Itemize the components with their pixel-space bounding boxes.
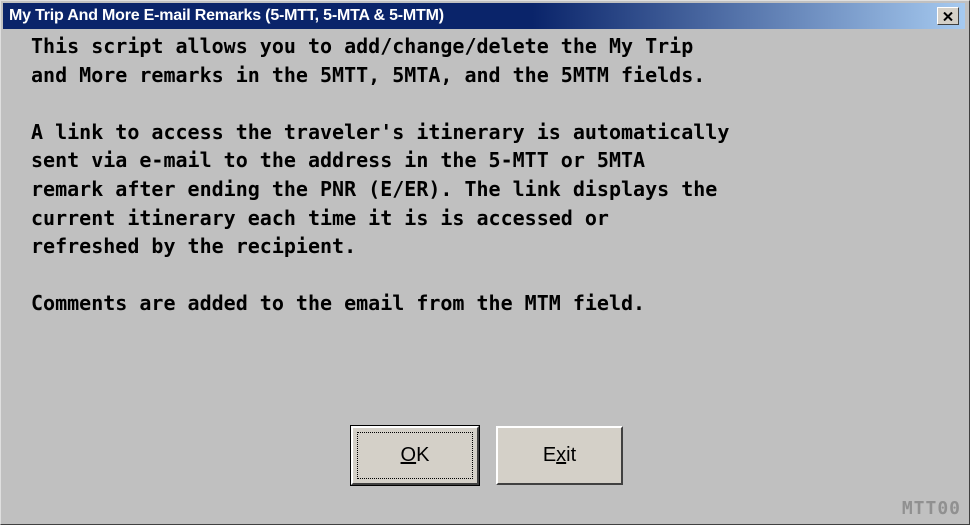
exit-label-before: E [542, 444, 557, 466]
exit-button[interactable]: Exit [496, 426, 623, 485]
status-code: MTT00 [901, 498, 961, 519]
close-icon [943, 11, 953, 21]
dialog-window: My Trip And More E-mail Remarks (5-MTT, … [0, 0, 970, 525]
exit-button-label: Exit [543, 444, 576, 467]
focus-rectangle [357, 432, 473, 479]
message-line: This script allows you to add/change/del… [31, 34, 694, 58]
message-line [31, 261, 961, 290]
message-line: current itinerary each time it is is acc… [31, 205, 609, 230]
close-button[interactable] [937, 7, 959, 25]
ok-button[interactable]: OK [350, 425, 480, 486]
message-line: and More remarks in the 5MTT, 5MTA, and … [31, 62, 706, 87]
message-line: Comments are added to the email from the… [31, 291, 646, 316]
message-line [31, 89, 961, 118]
exit-label-after: it [566, 444, 577, 466]
message-line: refreshed by the recipient. [31, 234, 357, 259]
message-line: sent via e-mail to the address in the 5-… [31, 148, 646, 173]
title-bar[interactable]: My Trip And More E-mail Remarks (5-MTT, … [3, 3, 965, 29]
message-text: This script allows you to add/change/del… [31, 32, 961, 318]
window-title: My Trip And More E-mail Remarks (5-MTT, … [9, 7, 444, 24]
exit-mnemonic: x [556, 444, 567, 466]
message-line: A link to access the traveler's itinerar… [31, 119, 730, 144]
message-line: remark after ending the PNR (E/ER). The … [31, 176, 718, 201]
